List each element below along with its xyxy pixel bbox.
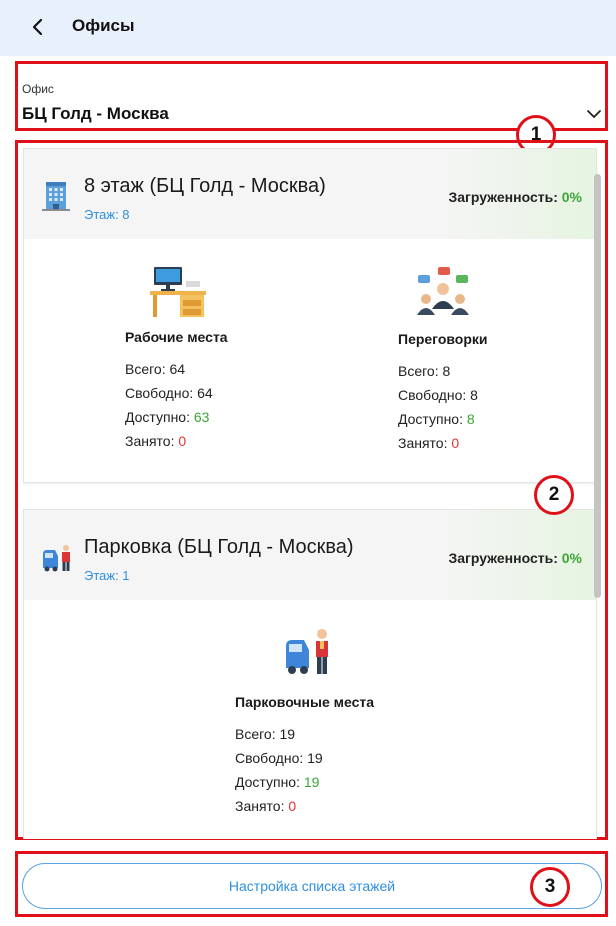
stat-total: Всего: 8 [398,363,451,379]
stat-available: Доступно: 8 [398,411,475,427]
floor-card-header: 8 этаж (БЦ Голд - Москва) Этаж: 8 Загруж… [24,149,596,239]
block-title-parking: Парковочные места [235,694,375,710]
office-select-label: Офис [22,82,54,96]
stat-total: Всего: 64 [125,361,186,377]
stat-free: Свободно: 19 [235,750,323,766]
stat-free: Свободно: 8 [398,387,478,403]
load-indicator: Загруженность: 0% [448,189,582,205]
stat-busy: Занято: 0 [398,435,460,451]
building-icon [42,179,70,216]
top-app-bar: Офисы [0,0,616,56]
configure-floors-button[interactable]: Настройка списка этажей [22,863,602,909]
load-label: Загруженность: [448,550,558,566]
scrollbar[interactable] [594,174,601,598]
parking-icon [42,544,72,577]
stat-total: Всего: 19 [235,726,296,742]
office-select[interactable]: БЦ Голд - Москва [22,104,169,124]
block-title-meeting-rooms: Переговорки [398,331,488,347]
page-title: Офисы [72,16,135,35]
back-arrow-icon[interactable] [26,14,50,40]
parking-place-icon [284,628,332,681]
stat-busy: Занято: 0 [235,798,297,814]
stat-available: Доступно: 19 [235,774,320,790]
meeting-room-icon [416,265,470,324]
floor-number: Этаж: 8 [84,207,130,222]
desk-icon [150,265,206,322]
annotation-marker-2: 2 [534,475,574,515]
stat-free: Свободно: 64 [125,385,213,401]
floor-title: Парковка (БЦ Голд - Москва) [84,536,354,558]
floor-card-header: Парковка (БЦ Голд - Москва) Этаж: 1 Загр… [24,510,596,600]
stat-available: Доступно: 63 [125,409,210,425]
stat-busy: Занято: 0 [125,433,187,449]
load-label: Загруженность: [448,189,558,205]
floor-card[interactable]: Парковка (БЦ Голд - Москва) Этаж: 1 Загр… [23,509,597,839]
floors-list[interactable]: 8 этаж (БЦ Голд - Москва) Этаж: 8 Загруж… [17,142,607,839]
load-value: 0% [561,550,582,566]
floor-title: 8 этаж (БЦ Голд - Москва) [84,175,326,197]
load-indicator: Загруженность: 0% [448,550,582,566]
block-title-workplaces: Рабочие места [125,329,228,345]
annotation-marker-3: 3 [530,867,570,907]
floor-card[interactable]: 8 этаж (БЦ Голд - Москва) Этаж: 8 Загруж… [23,148,597,483]
chevron-down-icon[interactable] [584,106,604,122]
floor-number: Этаж: 1 [84,568,130,583]
load-value: 0% [561,189,582,205]
